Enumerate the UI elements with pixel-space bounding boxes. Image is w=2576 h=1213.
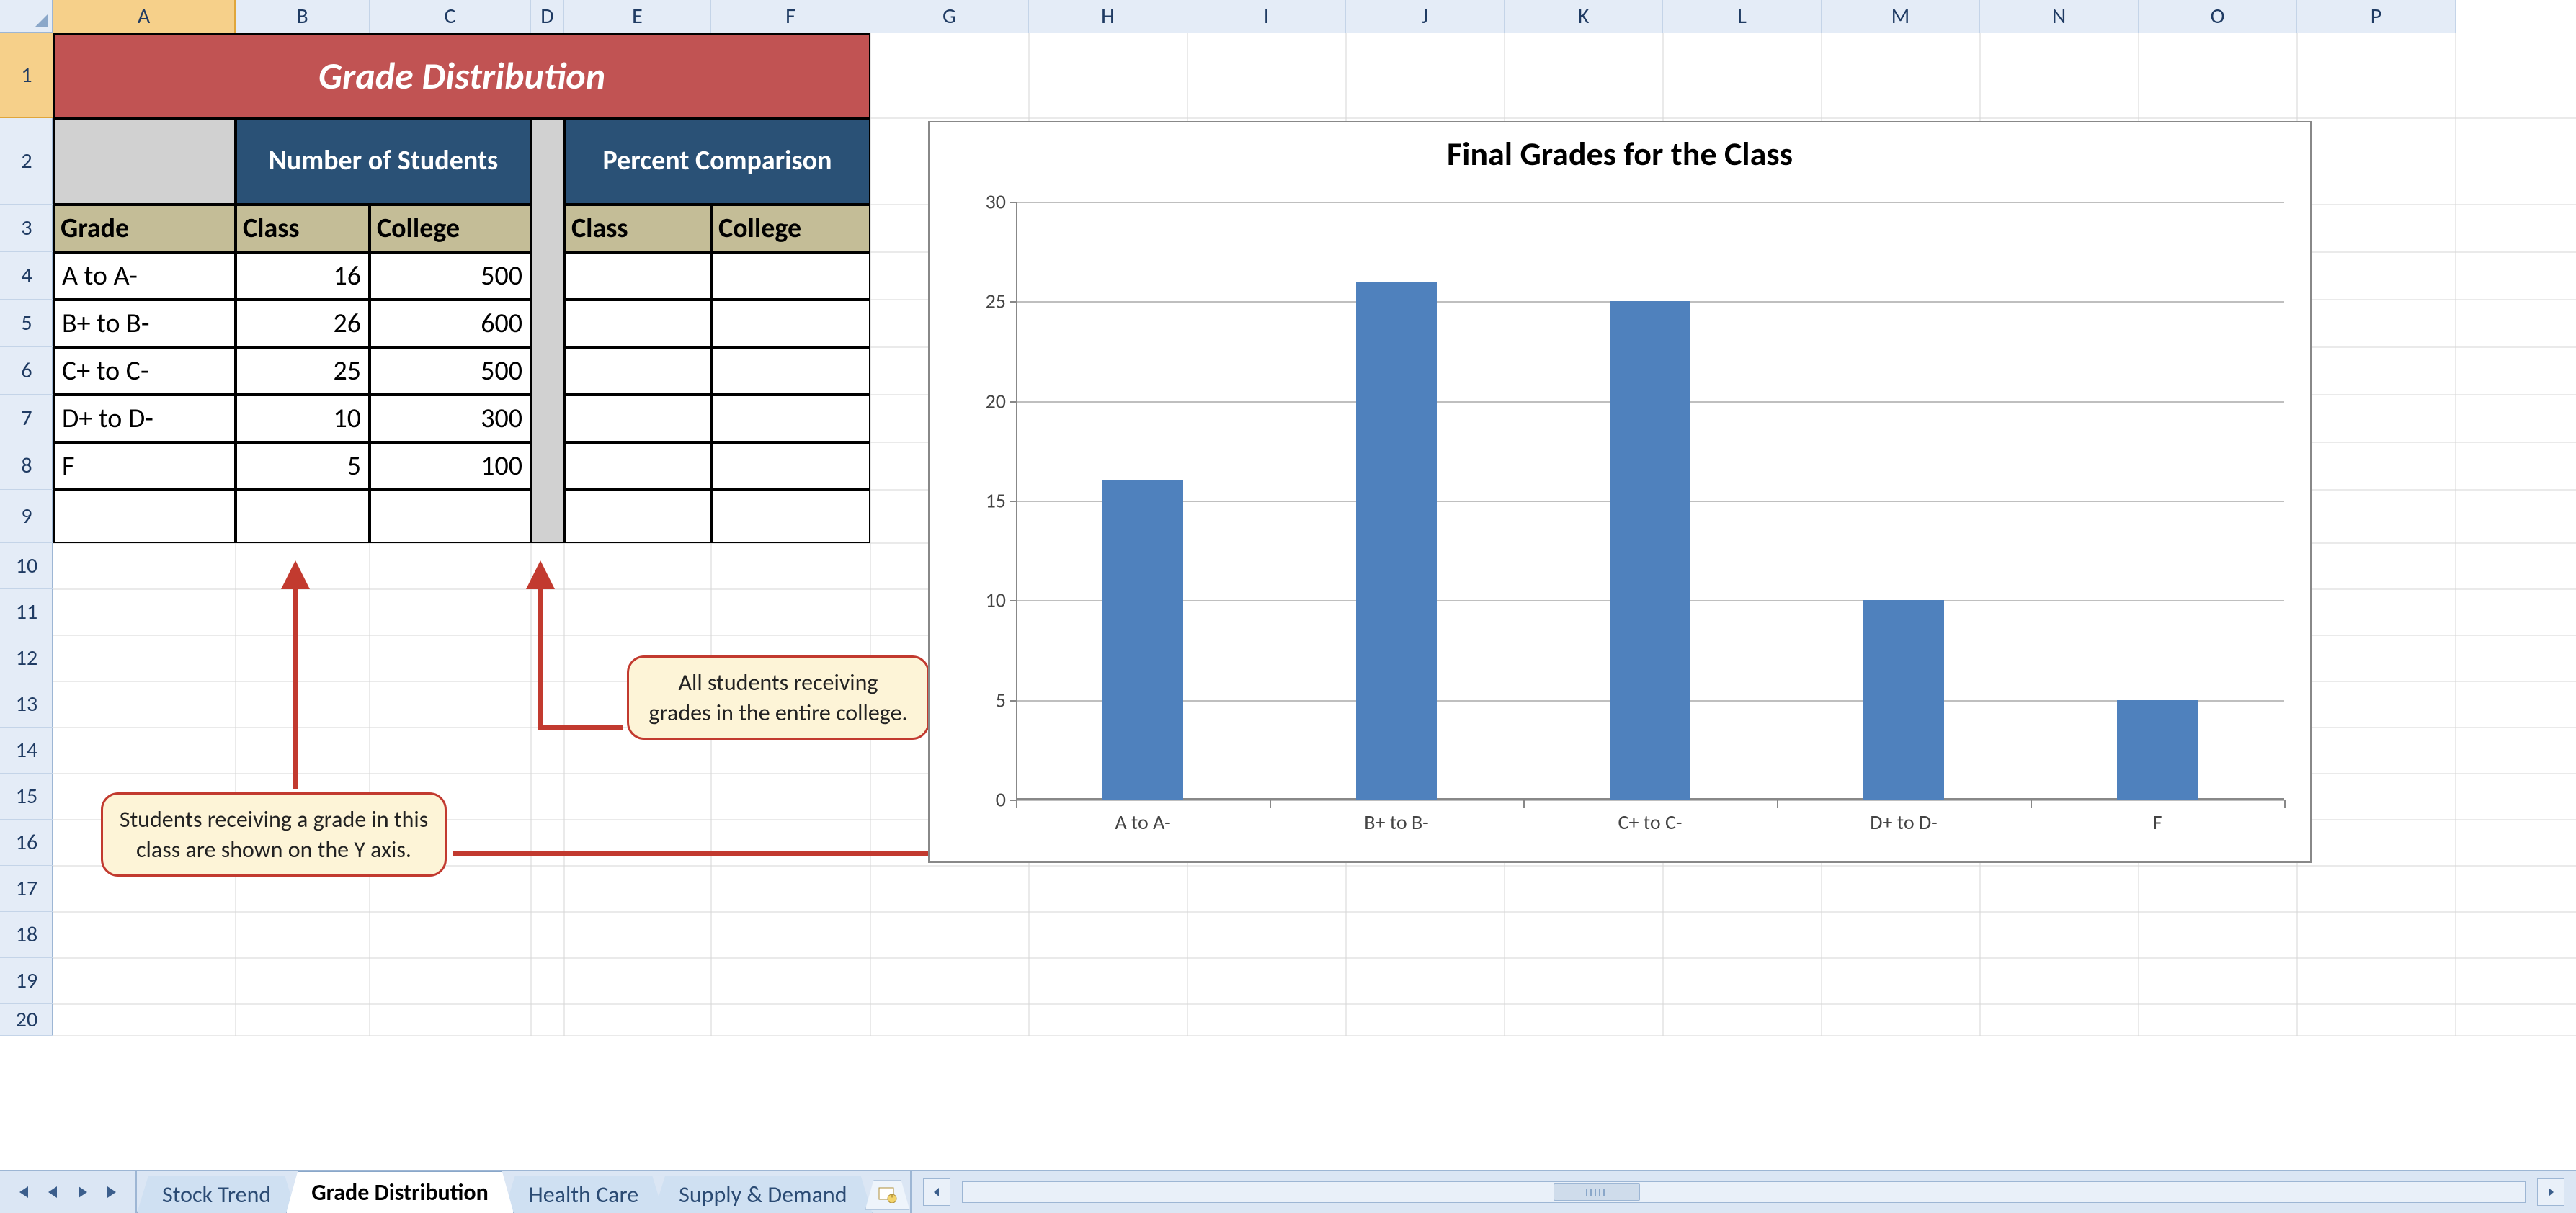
chart-xticklabel: C+ to C- <box>1618 800 1683 835</box>
chart-xtickmark <box>2031 800 2032 808</box>
chart-title: Final Grades for the Class <box>930 134 2310 174</box>
tab-nav-next-icon[interactable] <box>68 1177 98 1207</box>
tab-nav-prev-icon[interactable] <box>37 1177 68 1207</box>
hscroll-thumb[interactable] <box>1554 1183 1640 1201</box>
chart-gridline <box>1016 202 2284 203</box>
chart-yticklabel: 30 <box>986 189 1016 215</box>
chart-xtickmark <box>1016 800 1017 808</box>
chart-xticklabel: B+ to B- <box>1364 800 1429 835</box>
hscroll-left-icon[interactable] <box>923 1178 950 1206</box>
chart-xtickmark <box>1777 800 1778 808</box>
chart-bar-4[interactable] <box>2117 700 2198 800</box>
chart-yticklabel: 0 <box>996 787 1016 813</box>
chart-xticklabel: D+ to D- <box>1870 800 1938 835</box>
chart[interactable]: Final Grades for the Class 051015202530A… <box>928 121 2312 863</box>
chart-xticklabel: F <box>2153 800 2162 835</box>
sheet-tab-bar: Stock TrendGrade DistributionHealth Care… <box>0 1170 2576 1213</box>
sheet-tab-grade-distribution[interactable]: Grade Distribution <box>286 1171 514 1213</box>
chart-yticklabel: 20 <box>986 388 1016 413</box>
chart-bar-1[interactable] <box>1356 282 1438 800</box>
hscroll-track[interactable] <box>962 1181 2526 1203</box>
sheet-tab-supply-demand[interactable]: Supply & Demand <box>654 1176 872 1213</box>
horizontal-scrollbar[interactable] <box>910 1171 2576 1213</box>
chart-xticklabel: A to A- <box>1115 800 1170 835</box>
chart-y-axis <box>1016 202 1017 800</box>
chart-xtickmark <box>1270 800 1271 808</box>
chart-bar-3[interactable] <box>1863 600 1945 800</box>
chart-bar-2[interactable] <box>1610 301 1691 800</box>
new-sheet-button[interactable] <box>865 1180 910 1210</box>
sheet-tab-health-care[interactable]: Health Care <box>504 1176 664 1213</box>
chart-plot-area: 051015202530A to A-B+ to B-C+ to C-D+ to… <box>1016 202 2284 800</box>
sheet-tab-stock-trend[interactable]: Stock Trend <box>137 1176 296 1213</box>
chart-yticklabel: 15 <box>986 488 1016 514</box>
chart-xtickmark <box>2284 800 2286 808</box>
chart-bar-0[interactable] <box>1102 480 1184 800</box>
chart-yticklabel: 10 <box>986 588 1016 613</box>
chart-xtickmark <box>1523 800 1525 808</box>
hscroll-right-icon[interactable] <box>2537 1178 2564 1206</box>
tab-nav-group <box>0 1171 137 1213</box>
tab-nav-first-icon[interactable] <box>7 1177 37 1207</box>
chart-yticklabel: 25 <box>986 289 1016 314</box>
tab-nav-last-icon[interactable] <box>98 1177 128 1207</box>
chart-yticklabel: 5 <box>996 687 1016 712</box>
